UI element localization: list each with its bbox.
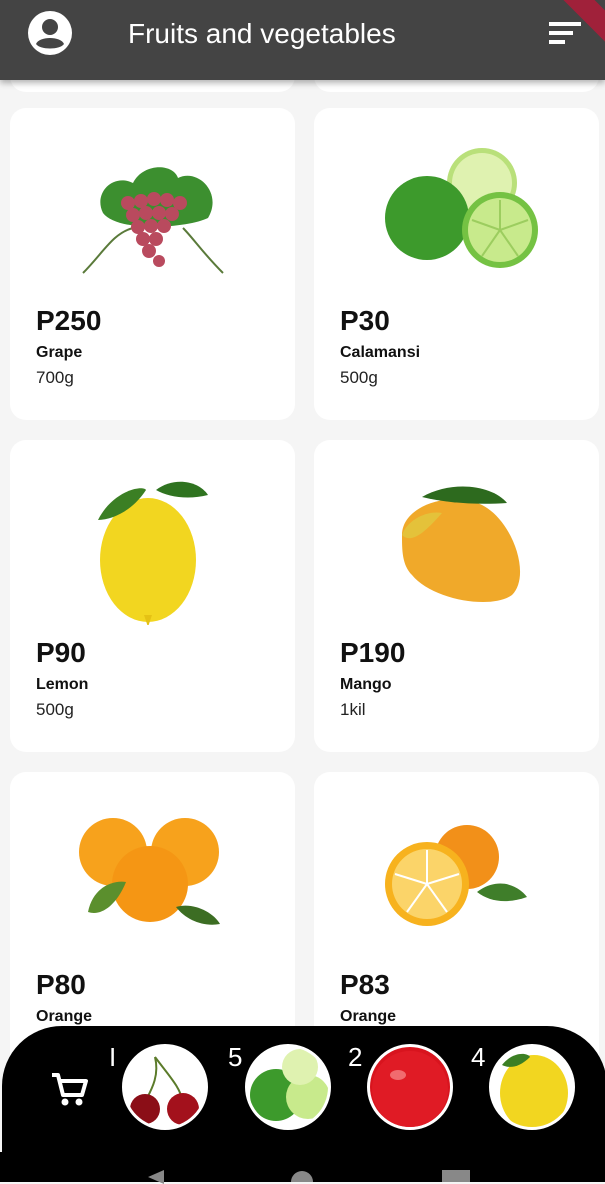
- product-image: [10, 792, 295, 962]
- product-weight: 500g: [340, 368, 378, 387]
- product-weight: 1kil: [340, 700, 366, 719]
- account-circle-icon[interactable]: [27, 10, 73, 56]
- recents-icon[interactable]: [442, 1170, 470, 1182]
- cart-item-count: 5: [228, 1042, 243, 1072]
- product-name: Calamansi: [340, 344, 421, 361]
- cart-item[interactable]: [245, 1044, 331, 1130]
- cart-item-count: 4: [471, 1042, 486, 1072]
- product-image: [10, 128, 295, 298]
- product-image: [10, 460, 295, 630]
- mango-image: [401, 486, 520, 603]
- product-name: Orange: [340, 1008, 397, 1025]
- cart-item-count: I: [109, 1042, 117, 1072]
- product-weight: 700g: [36, 368, 74, 387]
- app-bar: Fruits and vegetables: [0, 0, 605, 80]
- page-title: Fruits and vegetables: [128, 18, 396, 49]
- product-image: [314, 460, 599, 630]
- cart-item[interactable]: [367, 1044, 453, 1130]
- product-card[interactable]: P190 Mango 1kil: [314, 440, 599, 752]
- product-name: Orange: [36, 1008, 93, 1025]
- cherry-image: [125, 1047, 205, 1127]
- apple-image: [370, 1047, 450, 1127]
- sort-icon[interactable]: [547, 20, 583, 46]
- calamansi-image: [384, 148, 538, 268]
- orange-slice-image: [384, 825, 527, 926]
- product-image: [314, 128, 599, 298]
- system-navigation-bar: [0, 1152, 605, 1184]
- shopping-cart-icon[interactable]: [50, 1071, 88, 1107]
- grape-image: [81, 167, 224, 274]
- product-price: P90: [36, 637, 86, 668]
- cart-item[interactable]: [489, 1044, 575, 1130]
- product-name: Grape: [36, 344, 83, 361]
- lemon-image: [492, 1047, 572, 1127]
- cart-item-count: 2: [348, 1042, 363, 1072]
- product-card[interactable]: P250 Grape 700g: [10, 108, 295, 420]
- home-icon[interactable]: [290, 1170, 314, 1182]
- calamansi-image: [248, 1047, 328, 1127]
- product-price: P250: [36, 305, 102, 336]
- product-price: P190: [340, 637, 406, 668]
- product-price: P83: [340, 969, 390, 1000]
- product-name: Lemon: [36, 676, 89, 693]
- orange-image: [78, 818, 220, 925]
- product-price: P30: [340, 305, 390, 336]
- product-weight: 500g: [36, 700, 74, 719]
- product-card[interactable]: P30 Calamansi 500g: [314, 108, 599, 420]
- product-price: P80: [36, 969, 86, 1000]
- lemon-image: [97, 481, 208, 625]
- cart-bar: I 5 2 4: [2, 1026, 605, 1156]
- product-name: Mango: [340, 676, 392, 693]
- cart-item[interactable]: [122, 1044, 208, 1130]
- product-card[interactable]: P90 Lemon 500g: [10, 440, 295, 752]
- product-image: [314, 792, 599, 962]
